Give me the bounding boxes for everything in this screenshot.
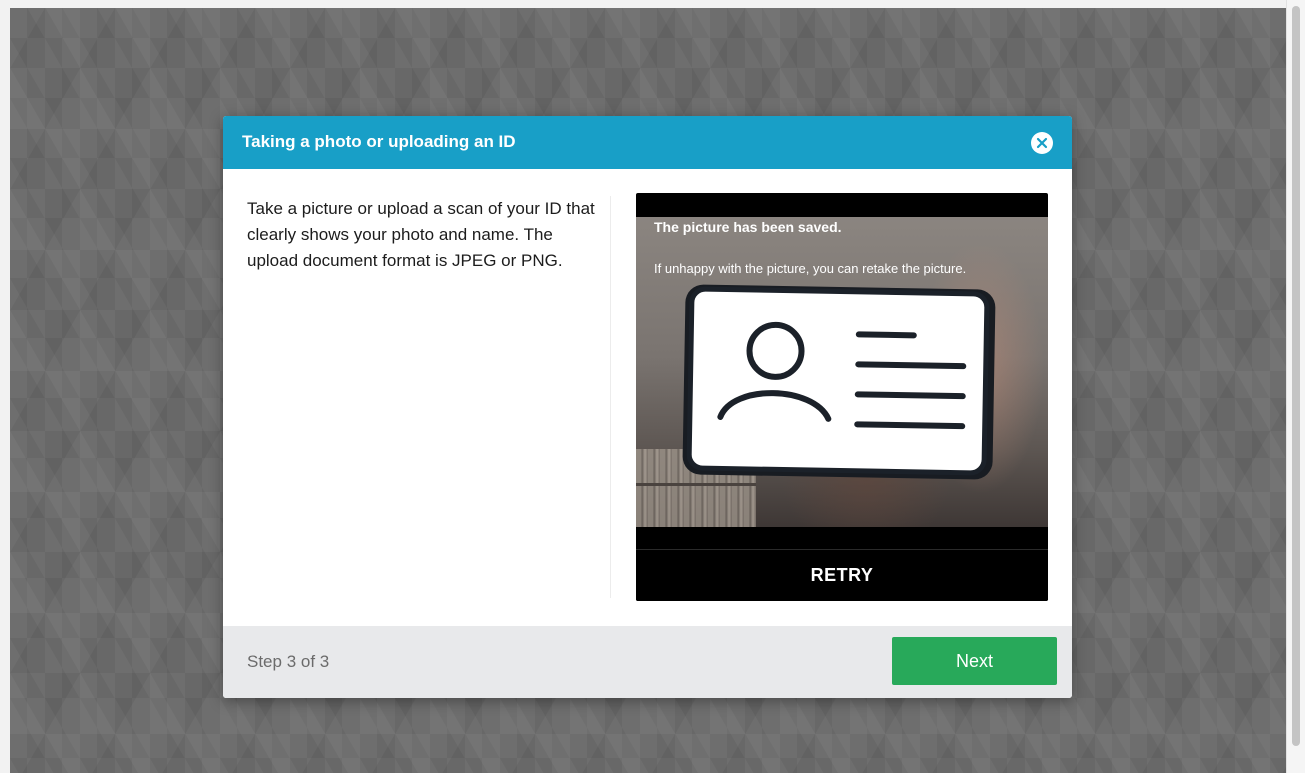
id-card-icon (686, 286, 990, 476)
next-button[interactable]: Next (892, 637, 1057, 685)
step-indicator: Step 3 of 3 (247, 652, 330, 671)
dialog-title: Taking a photo or uploading an ID (242, 132, 516, 151)
shelf-edge (636, 483, 756, 486)
close-icon (1036, 137, 1048, 149)
dialog-footer: Step 3 of 3 Next (223, 626, 1072, 698)
close-button[interactable] (1031, 132, 1053, 154)
instructions-text: Take a picture or upload a scan of your … (247, 199, 595, 270)
id-upload-dialog: Taking a photo or uploading an ID Take a… (223, 116, 1072, 698)
content-divider (610, 196, 611, 598)
saved-message-subtitle: If unhappy with the picture, you can ret… (654, 261, 967, 276)
page: Taking a photo or uploading an ID Take a… (0, 0, 1305, 773)
retry-button[interactable]: RETRY (636, 550, 1048, 601)
camera-preview: The picture has been saved. If unhappy w… (636, 193, 1048, 601)
scrollbar-thumb[interactable] (1292, 6, 1300, 746)
dialog-header: Taking a photo or uploading an ID (223, 116, 1072, 169)
saved-message-title: The picture has been saved. (654, 219, 842, 235)
